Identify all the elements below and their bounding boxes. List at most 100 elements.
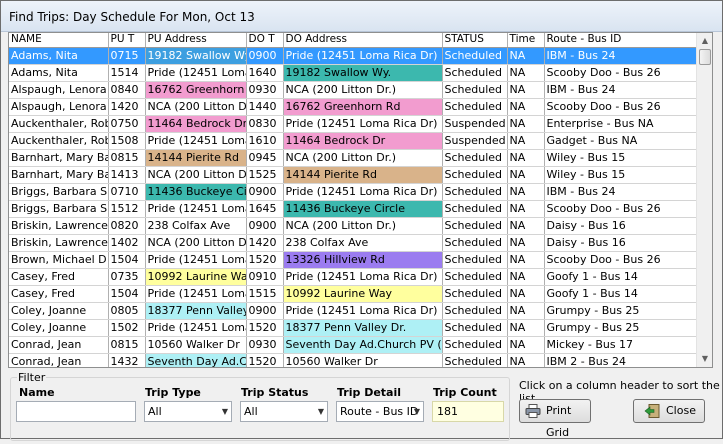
table-row[interactable]: Coley, Joanne1502Pride (12451 Loma R1520… [9, 319, 698, 337]
cell-time: NA [507, 81, 545, 99]
cell-do-address: 10992 Laurine Way [283, 285, 443, 303]
vertical-scrollbar[interactable]: ▲ ▼ [696, 33, 712, 367]
cell-route: Enterprise - Bus NA [544, 115, 698, 133]
trip-type-select[interactable]: All ▼ [144, 401, 232, 422]
down-arrow-icon[interactable]: ▼ [697, 351, 712, 367]
table-row[interactable]: Coley, Joanne080518377 Penn Valley D0900… [9, 302, 698, 320]
cell-name: Conrad, Jean [9, 336, 109, 354]
cell-route: IBM - Bus 24 [544, 47, 698, 65]
cell-do-address: 16762 Greenhorn Rd [283, 98, 443, 116]
cell-do-address: NCA (200 Litton Dr.) [283, 217, 443, 235]
cell-name: Alspaugh, Lenora [9, 98, 109, 116]
cell-route: Wiley - Bus 15 [544, 166, 698, 184]
cell-pu-address: NCA (200 Litton Dr.) [145, 234, 247, 252]
cell-do-time: 1645 [246, 200, 284, 218]
cell-pu-address: 10560 Walker Dr [145, 336, 247, 354]
cell-pu-time: 1508 [108, 132, 146, 150]
cell-do-time: 0900 [246, 217, 284, 235]
cell-name: Briskin, Lawrence [9, 217, 109, 235]
cell-do-address: NCA (200 Litton Dr.) [283, 149, 443, 167]
cell-pu-time: 0815 [108, 336, 146, 354]
table-row[interactable]: Briggs, Barbara S1512Pride (12451 Loma R… [9, 200, 698, 218]
table-row[interactable]: Briskin, Lawrence1402NCA (200 Litton Dr.… [9, 234, 698, 252]
table-row[interactable]: Alspaugh, Lenora084016762 Greenhorn Rd09… [9, 81, 698, 99]
column-header-time[interactable]: Time [507, 33, 545, 48]
cell-route: Scooby Doo - Bus 26 [544, 98, 698, 116]
table-row[interactable]: Barnhart, Mary Barb081514144 Pierite Rd0… [9, 149, 698, 167]
close-button[interactable]: Close [633, 399, 705, 423]
cell-time: NA [507, 251, 545, 269]
column-header-name[interactable]: NAME [9, 33, 109, 48]
cell-pu-address: Pride (12451 Loma R [145, 319, 247, 337]
cell-pu-time: 0750 [108, 115, 146, 133]
table-row[interactable]: Adams, Nita1514Pride (12451 Loma R164019… [9, 64, 698, 82]
table-row[interactable]: Casey, Fred1504Pride (12451 Loma R151510… [9, 285, 698, 303]
cell-name: Coley, Joanne [9, 319, 109, 337]
cell-pu-time: 0820 [108, 217, 146, 235]
cell-status: Scheduled [442, 353, 508, 367]
cell-pu-address: Pride (12451 Loma R [145, 251, 247, 269]
cell-status: Scheduled [442, 285, 508, 303]
table-row[interactable]: Barnhart, Mary Barb1413NCA (200 Litton D… [9, 166, 698, 184]
table-row[interactable]: Auckenthaler, Rober075011464 Bedrock Dr0… [9, 115, 698, 133]
cell-do-time: 0830 [246, 115, 284, 133]
trip-type-value: All [148, 405, 162, 418]
cell-do-address: Pride (12451 Loma Rica Dr) [283, 47, 443, 65]
cell-pu-time: 1504 [108, 251, 146, 269]
cell-route: Daisy - Bus 16 [544, 217, 698, 235]
cell-name: Casey, Fred [9, 268, 109, 286]
trip-status-select[interactable]: All ▼ [240, 401, 328, 422]
cell-status: Scheduled [442, 64, 508, 82]
cell-do-address: Pride (12451 Loma Rica Dr) [283, 302, 443, 320]
column-header-pu-address[interactable]: PU Address [145, 33, 247, 48]
cell-status: Suspended [442, 132, 508, 150]
column-header-route[interactable]: Route - Bus ID [544, 33, 698, 48]
cell-pu-address: Pride (12451 Loma R [145, 64, 247, 82]
filter-legend: Filter [17, 371, 47, 384]
cell-do-address: 18377 Penn Valley Dr. [283, 319, 443, 337]
cell-pu-address: 18377 Penn Valley D [145, 302, 247, 320]
cell-name: Conrad, Jean [9, 353, 109, 367]
cell-do-time: 1520 [246, 251, 284, 269]
table-row[interactable]: Briggs, Barbara S071011436 Buckeye Circl… [9, 183, 698, 201]
column-header-do-time[interactable]: DO T [246, 33, 284, 48]
grid-header-row: NAME PU T PU Address DO T DO Address STA… [9, 33, 698, 48]
name-input[interactable] [16, 401, 136, 422]
table-row[interactable]: Auckenthaler, Rober1508Pride (12451 Loma… [9, 132, 698, 150]
cell-pu-address: 11436 Buckeye Circle [145, 183, 247, 201]
column-header-do-address[interactable]: DO Address [283, 33, 443, 48]
cell-pu-time: 0815 [108, 149, 146, 167]
table-row[interactable]: Casey, Fred 0735 10992 Laurine Way 0910 Prid… [9, 268, 698, 286]
up-arrow-icon[interactable]: ▲ [697, 33, 712, 49]
column-header-pu-time[interactable]: PU T [108, 33, 146, 48]
chevron-down-icon: ▼ [221, 407, 228, 416]
cell-do-time: 1515 [246, 285, 284, 303]
column-header-status[interactable]: STATUS [442, 33, 508, 48]
title-bar[interactable]: Find Trips: Day Schedule For Mon, Oct 13 [1, 1, 722, 32]
cell-status: Scheduled [442, 336, 508, 354]
cell-pu-address: Pride (12451 Loma R [145, 132, 247, 150]
cell-do-address: Seventh Day Ad.Church PV (176 [283, 336, 443, 354]
cell-do-address: 19182 Swallow Wy. [283, 64, 443, 82]
trip-detail-select[interactable]: Route - Bus ID ▼ [336, 401, 424, 422]
cell-pu-address: 10992 Laurine Way [145, 268, 247, 286]
cell-name: Auckenthaler, Rober [9, 115, 109, 133]
scrollbar-thumb[interactable] [699, 49, 711, 65]
trips-grid[interactable]: NAME PU T PU Address DO T DO Address STA… [8, 32, 713, 368]
table-row[interactable]: Alspaugh, Lenora1420NCA (200 Litton Dr.)… [9, 98, 698, 116]
cell-route: Mickey - Bus 17 [544, 336, 698, 354]
table-row[interactable]: Briskin, Lawrence 0820 238 Colfax Ave 0900 N… [9, 217, 698, 235]
print-grid-button[interactable]: Print Grid [519, 399, 591, 439]
trip-type-label: Trip Type [145, 386, 201, 399]
cell-time: NA [507, 353, 545, 367]
table-row[interactable]: Conrad, Jean1432Seventh Day Ad.Chu152010… [9, 353, 698, 367]
cell-pu-time: 1504 [108, 285, 146, 303]
cell-status: Scheduled [442, 217, 508, 235]
cell-status: Suspended [442, 115, 508, 133]
table-row[interactable]: Conrad, Jean 0815 10560 Walker Dr 0930 Seven… [9, 336, 698, 354]
table-row[interactable]: Adams, Nita 0715 19182 Swallow Wy. 0900 Prid… [9, 47, 698, 65]
cell-name: Adams, Nita [9, 47, 109, 65]
cell-pu-address: Seventh Day Ad.Chu [145, 353, 247, 367]
cell-name: Brown, Michael D [9, 251, 109, 269]
table-row[interactable]: Brown, Michael D1504Pride (12451 Loma R1… [9, 251, 698, 269]
